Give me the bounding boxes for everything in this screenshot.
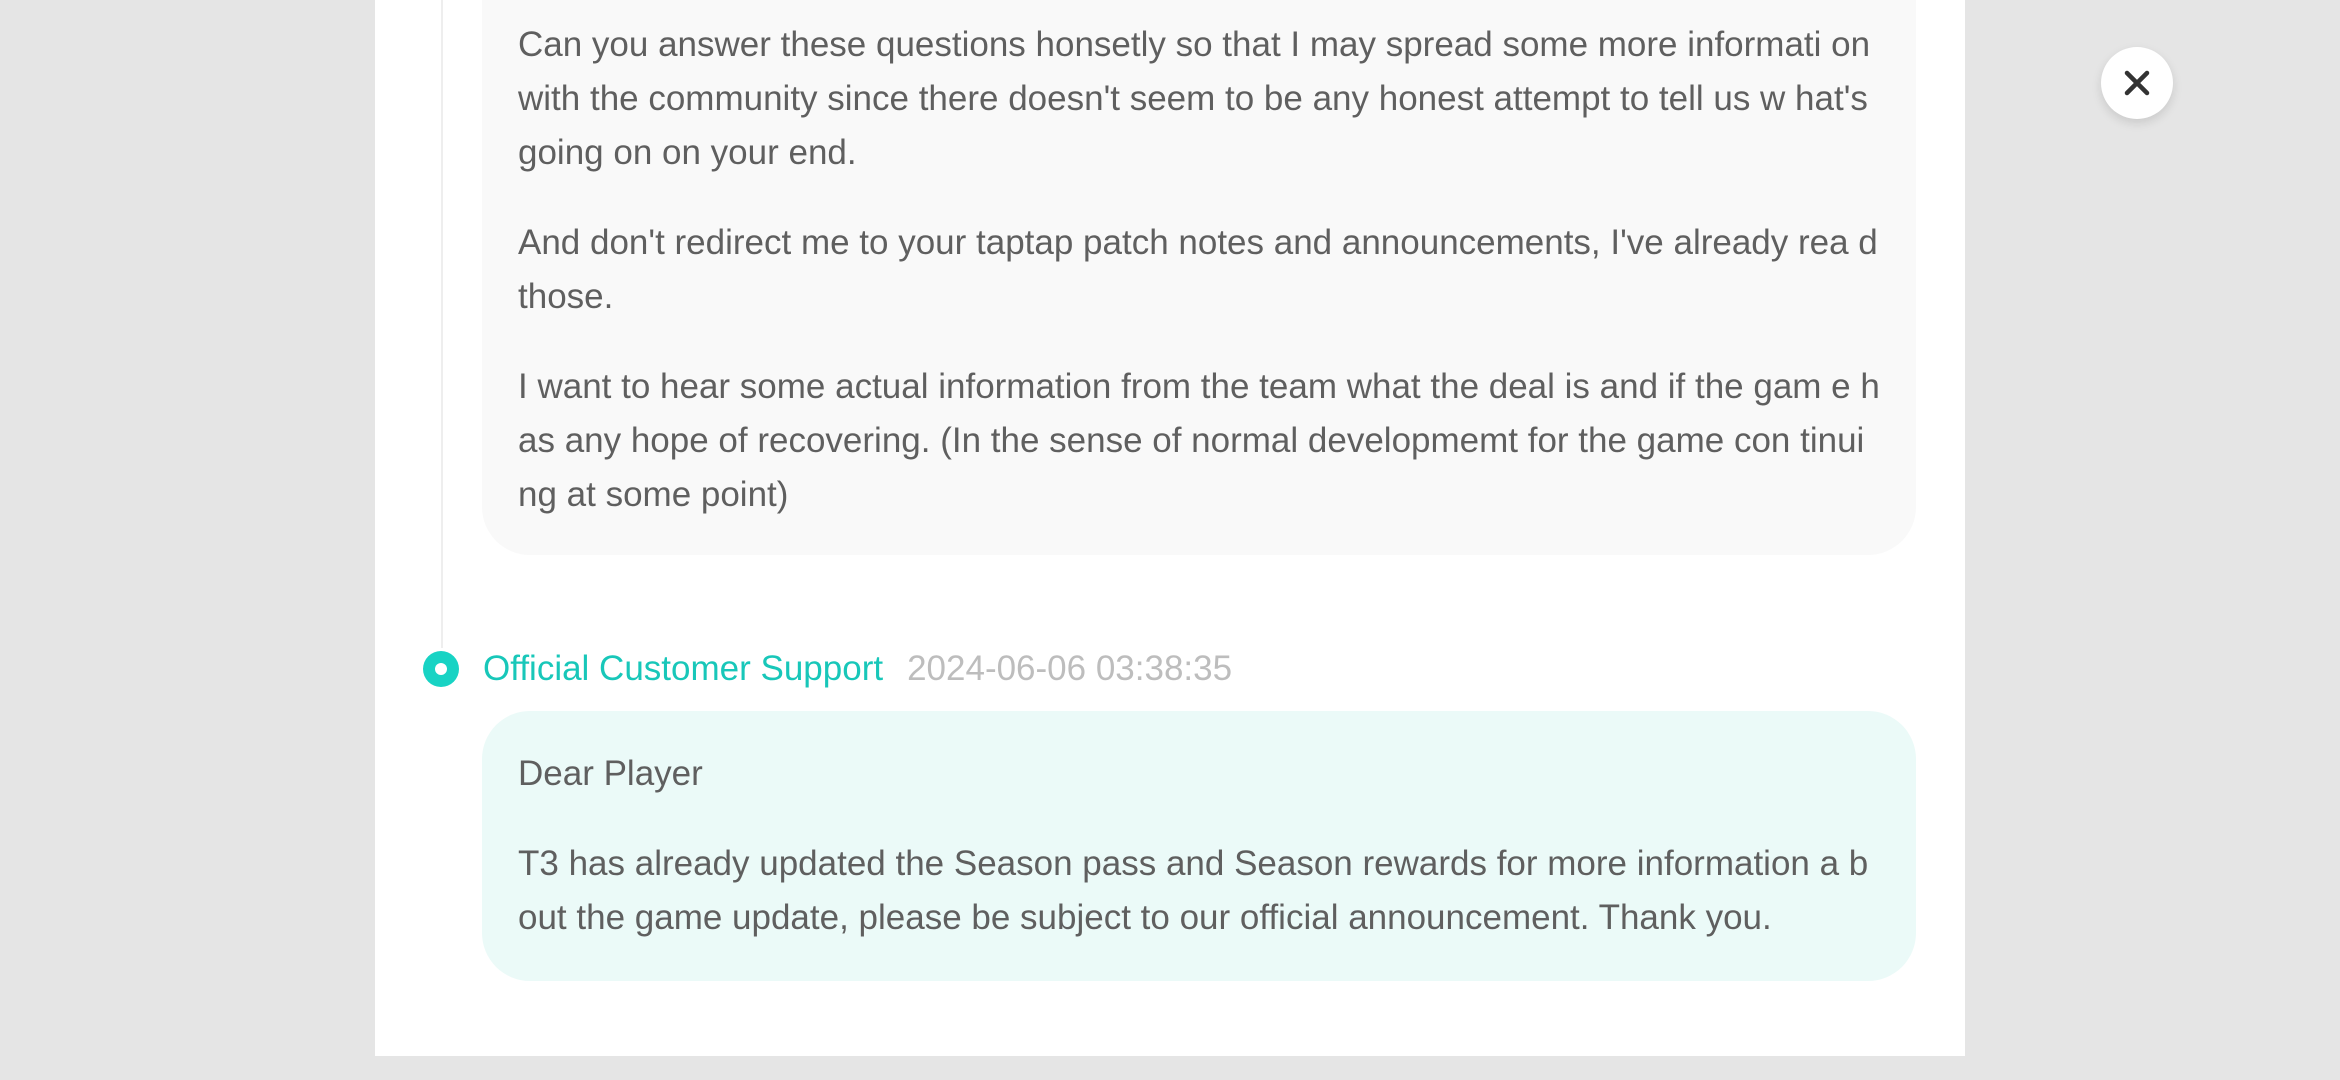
reply-author: Official Customer Support — [483, 649, 884, 688]
timeline-dot-icon — [423, 651, 459, 687]
timeline-line — [441, 0, 443, 648]
support-reply-paragraph: Dear Player — [518, 754, 703, 793]
support-reply-bubble: Dear Player T3 has already updated the S… — [482, 711, 1916, 981]
close-icon — [2124, 70, 2150, 96]
user-message-paragraph: And don't redirect me to your taptap pat… — [518, 223, 1878, 316]
close-button[interactable] — [2101, 47, 2173, 119]
user-message-bubble: Can you answer these questions honsetly … — [482, 0, 1916, 555]
user-message-paragraph: I want to hear some actual information f… — [518, 367, 1880, 514]
user-message-paragraph: Can you answer these questions honsetly … — [518, 25, 1871, 172]
support-reply-paragraph: T3 has already updated the Season pass a… — [518, 844, 1869, 937]
reply-header: Official Customer Support 2024-06-06 03:… — [423, 643, 1232, 695]
ticket-thread-panel: Can you answer these questions honsetly … — [375, 0, 1965, 1056]
reply-timestamp: 2024-06-06 03:38:35 — [907, 649, 1233, 688]
